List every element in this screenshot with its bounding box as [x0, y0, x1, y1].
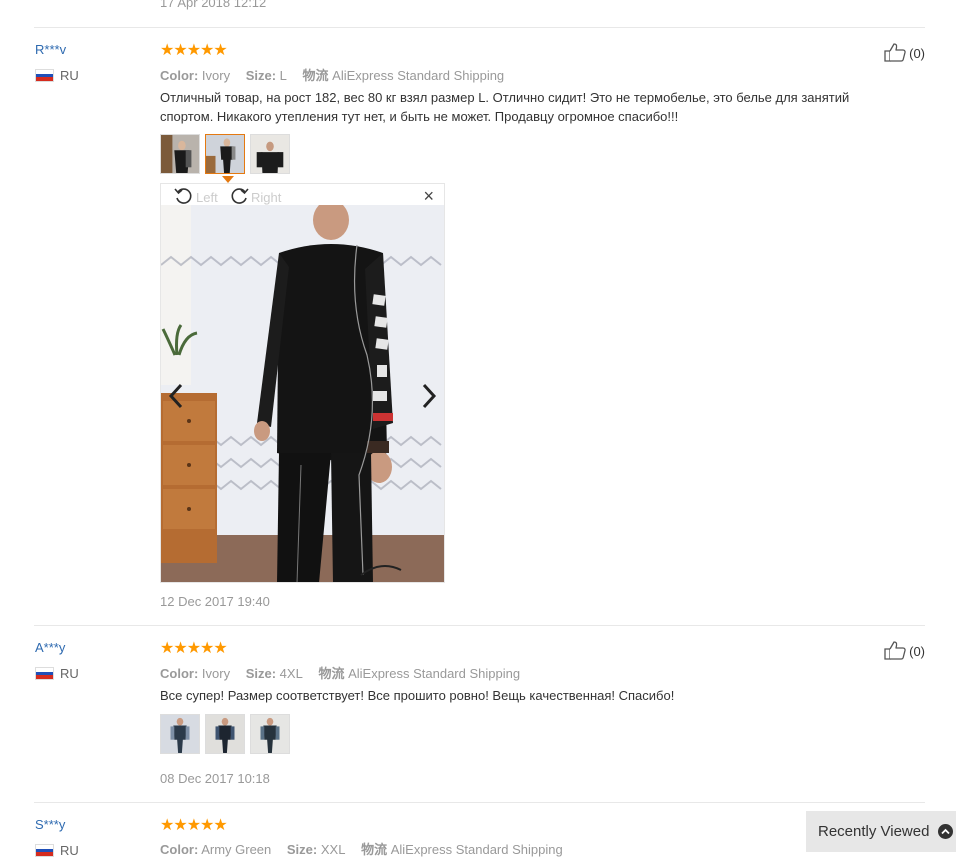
review-thumbnails [160, 134, 290, 174]
close-icon[interactable]: × [423, 186, 434, 207]
color-value: Ivory [201, 68, 231, 83]
divider [34, 802, 925, 803]
review-text: Отличный товар, на рост 182, вес 80 кг в… [160, 90, 850, 124]
shipping-label: 物流 [302, 68, 329, 83]
russia-flag-icon [35, 844, 54, 857]
size-value: L [279, 68, 287, 83]
order-info: Color: Army Green Size: XXL 物流 AliExpres… [160, 839, 575, 858]
star-icon: ★ [173, 817, 187, 834]
shipping-value: AliExpress Standard Shipping [348, 666, 521, 681]
helpful-count: (0) [909, 46, 925, 61]
review-text: Все супер! Размер соответствует! Все про… [160, 688, 675, 703]
size-label: Size: [245, 666, 277, 681]
size-value: 4XL [279, 666, 303, 681]
thumbs-up-icon [883, 640, 907, 663]
size-value: XXL [320, 842, 346, 857]
reviewer-name[interactable]: S***y [35, 817, 65, 832]
star-icon: ★ [160, 817, 174, 834]
star-icon: ★ [160, 42, 174, 59]
size-label: Size: [245, 68, 277, 83]
photo-thumbnail[interactable] [160, 134, 200, 174]
photo-thumbnail[interactable] [250, 134, 290, 174]
chevron-up-icon [938, 824, 954, 839]
star-icon: ★ [186, 42, 201, 59]
star-icon: ★ [200, 640, 214, 657]
helpful-button[interactable]: (0) [883, 640, 925, 663]
review-photo-large [161, 205, 444, 582]
color-label: Color: [160, 666, 199, 681]
previous-photo-button[interactable] [161, 368, 191, 428]
divider [34, 625, 925, 626]
photo-thumbnail[interactable] [205, 714, 245, 754]
review-date: 12 Dec 2017 19:40 [160, 594, 270, 609]
country-code: RU [60, 666, 79, 681]
review-thumbnails [160, 714, 290, 754]
star-icon: ★ [186, 640, 201, 657]
color-value: Ivory [201, 666, 231, 681]
russia-flag-icon [35, 667, 54, 680]
star-icon: ★ [173, 42, 187, 59]
chevron-left-icon [168, 383, 184, 414]
rotate-right-label: Right [251, 190, 282, 205]
review-date: 08 Dec 2017 10:18 [160, 771, 270, 786]
divider [34, 27, 925, 28]
helpful-button[interactable]: (0) [883, 42, 925, 65]
order-info: Color: Ivory Size: L 物流 AliExpress Stand… [160, 65, 516, 84]
star-rating: ★★★★★ [160, 40, 228, 60]
shipping-value: AliExpress Standard Shipping [390, 842, 563, 857]
star-icon: ★ [200, 817, 214, 834]
color-label: Color: [160, 842, 199, 857]
shipping-label: 物流 [361, 842, 388, 857]
star-icon: ★ [173, 640, 187, 657]
star-icon: ★ [200, 42, 214, 59]
country-code: RU [60, 843, 79, 858]
star-icon: ★ [186, 817, 201, 834]
chevron-right-icon [421, 383, 437, 414]
photo-viewer: Left Right × [160, 183, 445, 583]
photo-thumbnail[interactable] [250, 714, 290, 754]
viewer-pointer [222, 176, 234, 183]
reviewer-country: RU [35, 68, 79, 83]
recently-viewed-label: Recently Viewed [818, 823, 930, 840]
color-value: Army Green [201, 842, 272, 857]
star-icon: ★ [213, 817, 227, 834]
shipping-label: 物流 [318, 666, 345, 681]
star-icon: ★ [213, 640, 227, 657]
next-photo-button[interactable] [414, 368, 444, 428]
size-label: Size: [286, 842, 318, 857]
recently-viewed-button[interactable]: Recently Viewed [806, 811, 956, 852]
star-rating: ★★★★★ [160, 638, 228, 658]
rotate-left-label: Left [196, 190, 218, 205]
reviewer-name[interactable]: A***y [35, 640, 65, 655]
reviewer-country: RU [35, 666, 79, 681]
russia-flag-icon [35, 69, 54, 82]
star-icon: ★ [160, 640, 174, 657]
photo-thumbnail[interactable] [160, 714, 200, 754]
previous-review-date: 17 Apr 2018 12:12 [160, 0, 267, 10]
color-label: Color: [160, 68, 199, 83]
reviewer-name[interactable]: R***v [35, 42, 66, 57]
star-icon: ★ [213, 42, 227, 59]
photo-thumbnail-selected[interactable] [205, 134, 245, 174]
order-info: Color: Ivory Size: 4XL 物流 AliExpress Sta… [160, 663, 532, 682]
country-code: RU [60, 68, 79, 83]
star-rating: ★★★★★ [160, 815, 228, 835]
thumbs-up-icon [883, 42, 907, 65]
helpful-count: (0) [909, 644, 925, 659]
shipping-value: AliExpress Standard Shipping [332, 68, 505, 83]
reviewer-country: RU [35, 843, 79, 858]
